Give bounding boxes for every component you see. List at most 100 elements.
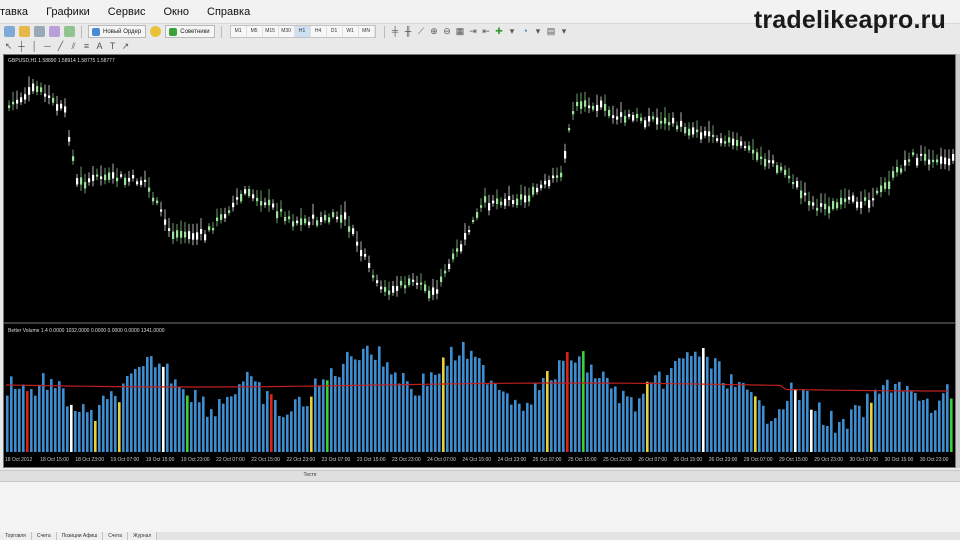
navigator-icon[interactable] [49,26,60,37]
timeframe-m5[interactable]: M5 [247,26,263,37]
indicator-label: Better Volume 1.4 0.0000 1032.0000 0.000… [8,328,165,334]
periods-icon[interactable]: ◔ [520,26,531,37]
time-tick-label: 29 Oct 23:00 [814,457,843,463]
time-tick-label: 30 Oct 15:00 [884,457,914,463]
chart-window[interactable]: GBPUSD,H1 1.58890 1.58914 1.58775 1.5877… [3,54,956,468]
time-tick-label: 26 Oct 23:00 [708,457,738,463]
vertical-scrollbar[interactable] [956,54,960,468]
vertical-line-icon[interactable]: │ [29,41,40,52]
tab-positions[interactable]: Позиции Афиш [56,532,104,540]
timeframe-h4[interactable]: H4 [311,26,327,37]
time-tick-label: 29 Oct 07:00 [743,457,773,463]
separator [81,25,82,38]
time-tick-label: 23 Oct 15:00 [356,457,386,463]
time-tick-label: 22 Oct 15:00 [251,457,280,463]
tile-windows-icon[interactable]: ▦ [455,26,466,37]
menu-item-service[interactable]: Сервис [99,6,155,18]
menu-item-trade[interactable]: тавка [0,6,37,18]
tab-accounts-2[interactable]: Счета [103,532,129,540]
time-tick-label: 24 Oct 07:00 [427,457,456,463]
chart-canvas[interactable] [4,55,955,467]
time-tick-label: 26 Oct 15:00 [673,457,703,463]
channel-icon[interactable]: ⫽ [68,41,79,52]
label-icon[interactable]: T [107,41,118,52]
separator [220,25,222,38]
timeframe-w1[interactable]: W1 [343,26,359,37]
timeframe-mn[interactable]: MN [359,26,375,37]
time-tick-label: 18 Oct 15:00 [40,457,69,463]
timeframe-m1[interactable]: M1 [231,26,247,37]
time-tick-label: 25 Oct 15:00 [567,457,597,463]
new-chart-icon[interactable] [4,26,15,37]
toolbar-drawing: ↖ ┼ │ ─ ╱ ⫽ ≡ A T ↗ [0,39,700,54]
dropdown-icon[interactable]: ▾ [507,26,518,37]
menu-item-charts[interactable]: Графики [37,6,99,18]
time-tick-label: 24 Oct 23:00 [497,457,527,463]
tab-trade[interactable]: Торговля [0,532,32,540]
volume-bars [6,341,953,452]
tab-account[interactable]: Счета [31,532,57,540]
separator [383,25,385,38]
time-tick-label: 19 Oct 15:00 [145,457,175,463]
dropdown-icon[interactable]: ▾ [559,26,570,37]
profiles-icon[interactable] [19,26,30,37]
new-order-button[interactable]: Новый Ордер [88,25,147,38]
time-axis: 18 Oct 2012 18 Oct 15:00 18 Oct 23:00 19 Oc… [3,456,956,468]
text-icon[interactable]: A [94,41,105,52]
timeframe-h1[interactable]: H1 [294,26,311,37]
arrow-icon[interactable]: ↗ [120,41,131,52]
candle-chart-icon[interactable]: ╫ [403,26,414,37]
experts-button[interactable]: Советники [165,25,215,38]
tab-journal[interactable]: Журнал [128,532,158,540]
bar-chart-icon[interactable]: ╪ [390,26,401,37]
horizontal-line-icon[interactable]: ─ [42,41,53,52]
menu-item-help[interactable]: Справка [198,6,259,18]
coin-icon[interactable] [150,26,162,37]
line-chart-icon[interactable]: ⟋ [416,26,427,37]
timeframe-m15[interactable]: M15 [263,26,279,37]
chart-shift-icon[interactable]: ⇤ [481,26,492,37]
trendline-icon[interactable]: ╱ [55,41,66,52]
market-watch-icon[interactable] [34,26,45,37]
new-order-icon [92,27,100,36]
terminal-icon[interactable] [64,26,75,37]
terminal-header: Тесте [0,470,960,482]
time-tick-label: 30 Oct 23:00 [919,457,949,463]
time-tick-label: 18 Oct 23:00 [75,457,104,463]
zoom-in-icon[interactable]: ⊕ [429,26,440,37]
cursor-icon[interactable]: ↖ [3,41,14,52]
time-tick-label: 18 Oct 2012 [5,457,33,463]
terminal-title: Тесте [303,472,317,478]
toolbar-standard: Новый Ордер Советники M1 M5 M15 M30 H1 H… [0,24,700,39]
experts-label: Советники [180,28,210,35]
zoom-out-icon[interactable]: ⊖ [442,26,453,37]
timeframe-m30[interactable]: M30 [279,26,295,37]
timeframe-d1[interactable]: D1 [327,26,343,37]
time-tick-label: 30 Oct 07:00 [849,457,879,463]
time-tick-label: 19 Oct 07:00 [110,457,140,463]
terminal-panel [0,482,960,532]
price-candles [8,76,955,302]
time-tick-label: 25 Oct 23:00 [603,457,632,463]
time-tick-label: 26 Oct 07:00 [638,457,667,463]
symbol-label: GBPUSD,H1 1.58890 1.58914 1.58775 1.5877… [8,58,115,64]
time-tick-label: 24 Oct 15:00 [462,457,492,463]
timeframe-group: M1 M5 M15 M30 H1 H4 D1 W1 MN [229,25,376,38]
time-tick-label: 22 Oct 07:00 [216,457,245,463]
time-tick-label: 25 Oct 07:00 [532,457,562,463]
time-tick-label: 23 Oct 23:00 [392,457,421,463]
new-order-label: Новый Ордер [103,28,142,35]
menu-item-window[interactable]: Окно [154,6,198,18]
terminal-tabs: Торговля Счета Позиции Афиш Счета Журнал [0,532,960,540]
watermark-text: tradelikeapro.ru [753,6,946,34]
time-tick-label: 29 Oct 15:00 [779,457,808,463]
fibo-icon[interactable]: ≡ [81,41,92,52]
crosshair-icon[interactable]: ┼ [16,41,27,52]
autoscroll-icon[interactable]: ⇥ [468,26,479,37]
time-tick-label: 23 Oct 07:00 [321,457,351,463]
time-tick-label: 22 Oct 23:00 [286,457,316,463]
dropdown-icon[interactable]: ▾ [533,26,544,37]
experts-icon [169,27,178,36]
templates-icon[interactable]: ▤ [546,26,557,37]
indicators-icon[interactable]: ✚ [494,26,505,37]
